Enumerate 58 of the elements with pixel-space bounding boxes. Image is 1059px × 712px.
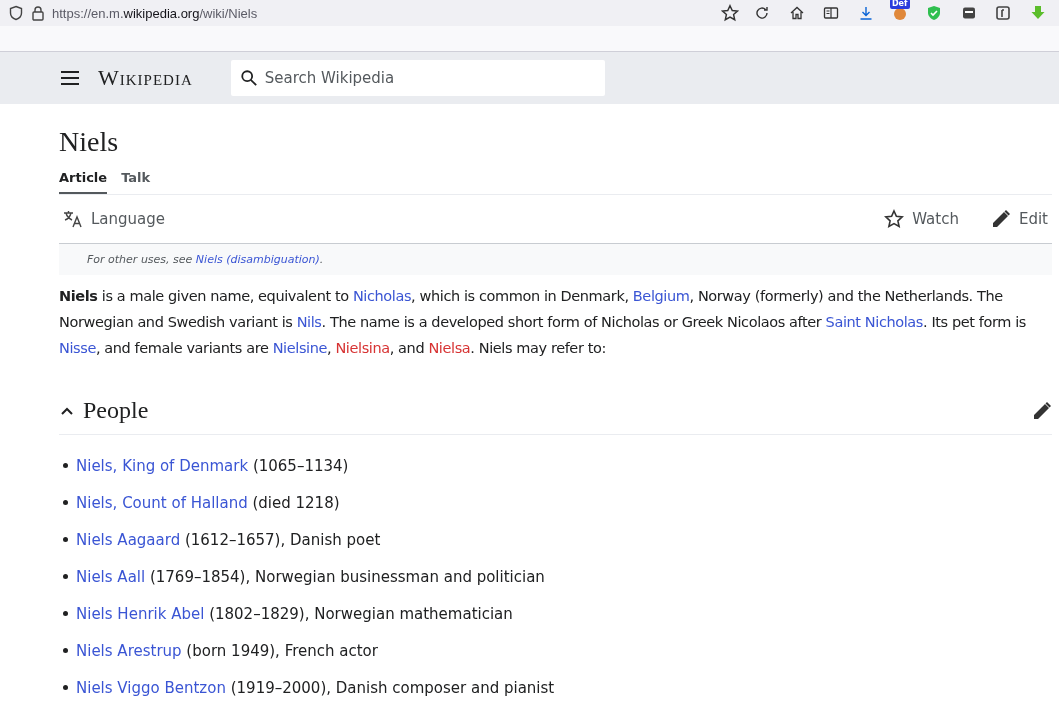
list-item-text: Niels, King of Denmark (1065–1134): [76, 456, 349, 475]
link[interactable]: Niels Aall: [76, 567, 146, 586]
watch-button[interactable]: Watch: [880, 209, 963, 229]
page-tab[interactable]: Talk: [121, 170, 151, 194]
link[interactable]: Niels Viggo Bentzon: [76, 678, 226, 697]
list-item-text: Niels, Count of Halland (died 1218): [76, 493, 340, 512]
shield-icon: [8, 5, 24, 21]
link[interactable]: Niels Aagaard: [76, 530, 181, 549]
wikipedia-logo[interactable]: Wikipedia: [98, 65, 193, 91]
list-item-text: Niels Henrik Abel (1802–1829), Norwegian mathematician: [76, 604, 513, 623]
extension-badge: Def: [889, 0, 910, 9]
list-item-text: Niels Arestrup (born 1949), French actor: [76, 641, 378, 660]
pencil-icon[interactable]: [1032, 400, 1052, 421]
link[interactable]: Niels, Count of Halland: [76, 493, 248, 512]
bookmark-star-icon[interactable]: [721, 4, 739, 22]
link[interactable]: Nielsa: [428, 340, 471, 356]
home-icon[interactable]: [788, 5, 805, 21]
hatnote: For other uses, see Niels (disambiguation).: [59, 244, 1052, 275]
page-title: Niels: [59, 126, 120, 158]
list-item-text: Niels Aagaard (1612–1657), Danish poet: [76, 530, 381, 549]
bullet-icon: [63, 648, 68, 653]
link[interactable]: Niels Arestrup: [76, 641, 182, 660]
list-item-text: Niels Aall (1769–1854), Norwegian businessman and politician: [76, 567, 545, 586]
section-heading: People: [83, 397, 149, 424]
link[interactable]: Nicholas: [352, 288, 412, 304]
edit-button[interactable]: Edit: [986, 209, 1052, 229]
reader-view-icon[interactable]: [823, 5, 840, 21]
star-icon: [884, 209, 905, 229]
link[interactable]: Niels Henrik Abel: [76, 604, 205, 623]
link[interactable]: Niels (disambiguation): [195, 253, 320, 266]
shield-check-icon[interactable]: [926, 5, 943, 21]
menu-icon[interactable]: [60, 68, 80, 88]
link[interactable]: Nils: [296, 314, 322, 330]
lock-icon: [30, 5, 46, 21]
search-field[interactable]: Search Wikipedia: [230, 60, 605, 96]
link[interactable]: Saint Nicholas: [825, 314, 923, 330]
pencil-icon: [990, 209, 1011, 229]
link[interactable]: Nielsina: [335, 340, 390, 356]
bullet-icon: [63, 611, 68, 616]
translate-icon: [63, 209, 83, 229]
bullet-icon: [63, 500, 68, 505]
url-text: https://en.m.wikipedia.org/wiki/Niels: [52, 5, 259, 21]
reload-icon[interactable]: [754, 5, 771, 21]
language-button[interactable]: Language: [59, 209, 170, 229]
bullet-icon: [63, 463, 68, 468]
intro-paragraph: Niels is a male given name, equivalent to Nicholas, which is common in Denmark, Belgium, Norway (formerly) and the Netherlands. The Norwegian and Swedish variant is Nils. The name is a developed short form of Nicholas or Greek Nicolaos after Saint Nicholas. Its pet form is Nisse, and female variants are Nielsine, Nielsina, and Nielsa. Niels may refer to:: [59, 287, 1027, 358]
wallet-icon[interactable]: [960, 5, 977, 21]
search-icon: [239, 69, 258, 87]
link[interactable]: Nisse: [59, 340, 96, 356]
bracket-icon[interactable]: [995, 5, 1012, 21]
bullet-icon: [63, 574, 68, 579]
list-item-text: Niels Viggo Bentzon (1919–2000), Danish composer and pianist: [76, 678, 555, 697]
bullet-icon: [63, 537, 68, 542]
bullet-icon: [63, 685, 68, 690]
link[interactable]: Niels, King of Denmark: [76, 456, 249, 475]
page-tab[interactable]: Article: [59, 170, 108, 194]
link[interactable]: Nielsine: [272, 340, 327, 356]
link[interactable]: Belgium: [632, 288, 690, 304]
